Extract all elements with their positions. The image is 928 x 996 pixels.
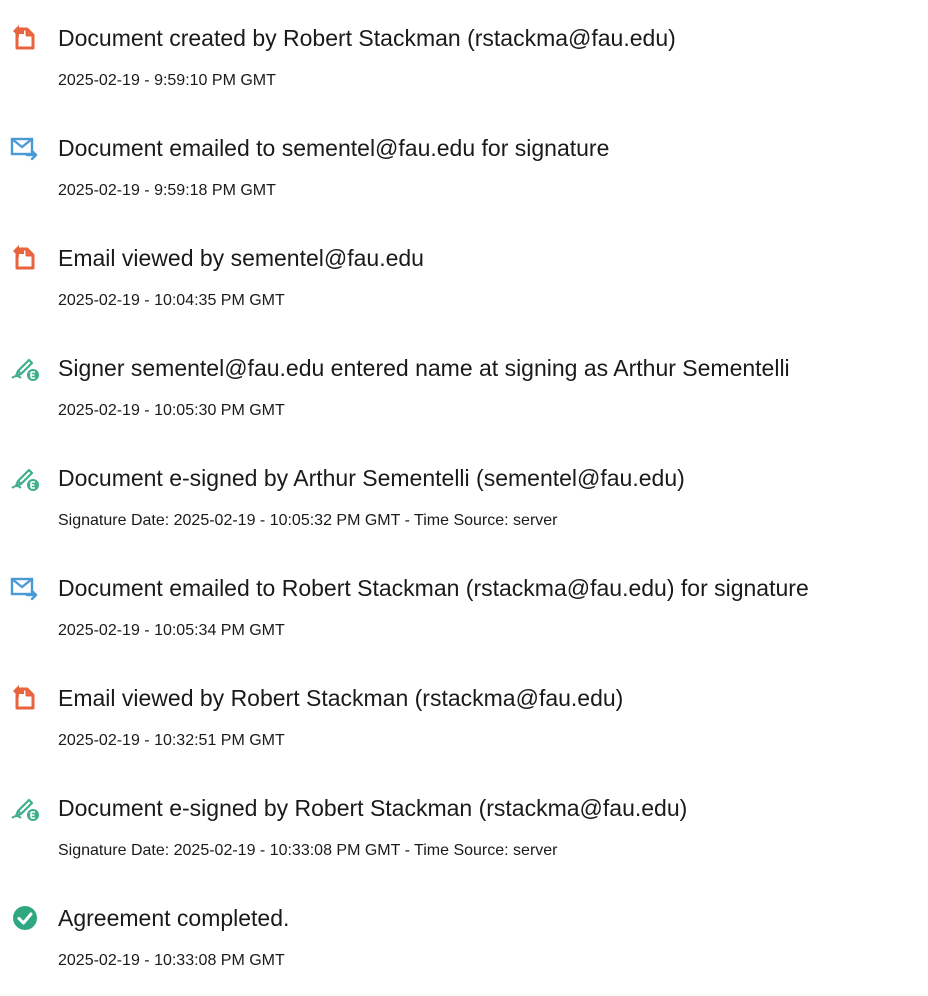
- history-event: Signer sementel@fau.edu entered name at …: [0, 342, 928, 422]
- pen-sign-icon: [10, 794, 40, 822]
- event-timestamp: 2025-02-19 - 10:04:35 PM GMT: [58, 292, 285, 309]
- event-title: Document e-signed by Robert Stackman (rs…: [58, 795, 688, 821]
- document-icon: [10, 684, 40, 712]
- history-event: Document emailed to sementel@fau.edu for…: [0, 122, 928, 202]
- event-title: Document emailed to Robert Stackman (rst…: [58, 575, 809, 601]
- event-title: Email viewed by Robert Stackman (rstackm…: [58, 685, 624, 711]
- event-timestamp: 2025-02-19 - 10:33:08 PM GMT: [58, 952, 285, 969]
- event-timestamp: 2025-02-19 - 9:59:18 PM GMT: [58, 182, 276, 199]
- check-circle-icon: [10, 904, 40, 932]
- email-send-icon: [10, 574, 40, 602]
- history-event: Email viewed by sementel@fau.edu 2025-02…: [0, 232, 928, 312]
- document-icon: [10, 24, 40, 52]
- event-title: Email viewed by sementel@fau.edu: [58, 245, 424, 271]
- history-event: Agreement completed. 2025-02-19 - 10:33:…: [0, 892, 928, 972]
- document-icon: [10, 244, 40, 272]
- event-title: Signer sementel@fau.edu entered name at …: [58, 355, 790, 381]
- event-title: Document emailed to sementel@fau.edu for…: [58, 135, 610, 161]
- event-timestamp: Signature Date: 2025-02-19 - 10:33:08 PM…: [58, 842, 558, 859]
- event-timestamp: 2025-02-19 - 10:32:51 PM GMT: [58, 732, 285, 749]
- event-timestamp: 2025-02-19 - 10:05:30 PM GMT: [58, 402, 285, 419]
- pen-sign-icon: [10, 464, 40, 492]
- event-timestamp: 2025-02-19 - 10:05:34 PM GMT: [58, 622, 285, 639]
- pen-sign-icon: [10, 354, 40, 382]
- history-event: Document created by Robert Stackman (rst…: [0, 12, 928, 92]
- event-title: Document e-signed by Arthur Sementelli (…: [58, 465, 685, 491]
- event-timestamp: Signature Date: 2025-02-19 - 10:05:32 PM…: [58, 512, 558, 529]
- event-title: Agreement completed.: [58, 905, 290, 931]
- history-event: Document e-signed by Robert Stackman (rs…: [0, 782, 928, 862]
- history-event: Document emailed to Robert Stackman (rst…: [0, 562, 928, 642]
- history-event: Email viewed by Robert Stackman (rstackm…: [0, 672, 928, 752]
- history-event: Document e-signed by Arthur Sementelli (…: [0, 452, 928, 532]
- event-title: Document created by Robert Stackman (rst…: [58, 25, 676, 51]
- email-send-icon: [10, 134, 40, 162]
- event-timestamp: 2025-02-19 - 9:59:10 PM GMT: [58, 72, 276, 89]
